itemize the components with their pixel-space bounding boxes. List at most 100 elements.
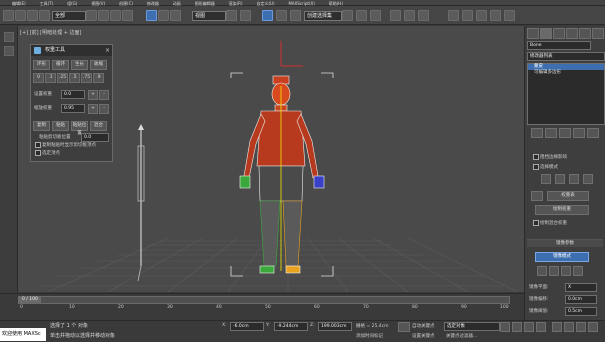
ring-button[interactable]: 环形	[33, 60, 50, 70]
weight-25-button[interactable]: .25	[57, 73, 68, 83]
display-tab-icon[interactable]	[579, 28, 591, 39]
motion-tab-icon[interactable]	[566, 28, 578, 39]
weight-plus-button[interactable]: +	[88, 90, 98, 100]
remove-modifier-icon[interactable]	[573, 128, 585, 138]
shrink-button[interactable]: 收缩	[90, 60, 107, 70]
add-time-tag[interactable]: 添加时间标记	[356, 333, 383, 339]
show-buffer-checkbox[interactable]	[35, 142, 41, 148]
copy-buffer-spinner[interactable]: 0.0	[81, 133, 109, 142]
weight-minus-button[interactable]: -	[99, 90, 109, 100]
selected-object-dropdown[interactable]: 选定对象	[444, 322, 500, 331]
scale-weight-spinner[interactable]: 0.95	[61, 104, 85, 113]
rect-region-icon[interactable]	[110, 10, 121, 21]
zoom-all-icon[interactable]	[564, 322, 574, 332]
loop-button[interactable]: 循环	[52, 60, 69, 70]
move-icon[interactable]	[146, 10, 157, 21]
weight-0-button[interactable]: 0	[33, 73, 44, 83]
next-frame-icon[interactable]	[524, 322, 534, 332]
selected-verts-checkbox[interactable]	[35, 150, 41, 156]
paste-blue-green-icon[interactable]	[561, 266, 571, 276]
set-weight-spinner[interactable]: 0.0	[61, 90, 85, 99]
backface-checkbox[interactable]	[533, 154, 539, 160]
zoom-icon[interactable]	[552, 322, 562, 332]
copy-button[interactable]: 复制	[33, 121, 50, 131]
weight-tool-titlebar[interactable]: 权重工具 ×	[31, 45, 112, 56]
layer-icon[interactable]	[370, 10, 381, 21]
weight-5-button[interactable]: .5	[69, 73, 80, 83]
undo-icon[interactable]	[3, 10, 14, 21]
render-frame-icon[interactable]	[462, 10, 473, 21]
paste-button[interactable]: 粘贴	[52, 121, 69, 131]
mirror-plane-dropdown[interactable]: X	[565, 283, 597, 292]
render-icon[interactable]	[476, 10, 487, 21]
percent-snap-icon[interactable]	[276, 10, 287, 21]
mirror-params-rollout[interactable]: 镜像参数	[527, 239, 603, 247]
blend-button[interactable]: 混合	[90, 121, 107, 131]
mirror-offset-spinner[interactable]: 0.0cm	[565, 295, 597, 304]
configure-sets-icon[interactable]	[587, 128, 599, 138]
shrink-sel-icon[interactable]	[541, 174, 551, 184]
bone-object[interactable]	[137, 124, 145, 282]
align-icon[interactable]	[356, 10, 367, 21]
set-key-label[interactable]: 设置关键点	[412, 333, 435, 339]
schematic-icon[interactable]	[404, 10, 415, 21]
window-crossing-icon[interactable]	[122, 10, 133, 21]
help-icon[interactable]	[504, 10, 515, 21]
scale-minus-button[interactable]: -	[99, 104, 109, 114]
maxscript-listener[interactable]: 欢迎使用 MAXSc	[0, 328, 46, 341]
rotate-icon[interactable]	[158, 10, 169, 21]
select-icon[interactable]	[86, 10, 97, 21]
stack-item-editable-poly[interactable]: 可编辑多边形	[528, 70, 604, 76]
unlink-icon[interactable]	[39, 10, 50, 21]
weight-table-button[interactable]: 权重表	[547, 191, 589, 201]
show-end-result-icon[interactable]	[545, 128, 557, 138]
create-tab-icon[interactable]	[527, 28, 539, 39]
close-icon[interactable]: ×	[105, 45, 110, 56]
render-setup-icon[interactable]	[448, 10, 459, 21]
strip-tool-icon-1[interactable]	[4, 32, 14, 42]
loop-sel-icon[interactable]	[583, 174, 593, 184]
named-selection-field[interactable]: 创建选择集	[304, 11, 342, 21]
render-iterative-icon[interactable]	[490, 10, 501, 21]
weight-9-button[interactable]: .9	[93, 73, 104, 83]
curve-editor-icon[interactable]	[390, 10, 401, 21]
mirror-mode-button[interactable]: 镜像模式	[535, 252, 589, 262]
utilities-tab-icon[interactable]	[592, 28, 604, 39]
modify-tab-icon[interactable]	[540, 28, 552, 39]
spinner-snap-icon[interactable]	[290, 10, 301, 21]
redo-icon[interactable]	[15, 10, 26, 21]
end-frame-icon[interactable]	[536, 322, 546, 332]
angle-snap-icon[interactable]	[262, 10, 273, 21]
auto-key-label[interactable]: 自动关键点	[412, 323, 435, 329]
time-slider-thumb[interactable]: 0 / 100	[19, 297, 41, 303]
paint-blend-checkbox[interactable]	[533, 220, 539, 226]
scale-icon[interactable]	[170, 10, 181, 21]
z-coord-field[interactable]: 199.003cm	[318, 322, 352, 331]
mirror-icon[interactable]	[342, 10, 353, 21]
paint-weights-button[interactable]: 绘制权重	[535, 205, 589, 215]
paste-pos-button[interactable]: 粘贴位置	[71, 121, 88, 136]
paste-all-icon[interactable]	[573, 266, 583, 276]
mirror-threshold-spinner[interactable]: 0.5cm	[565, 307, 597, 316]
prev-frame-icon[interactable]	[500, 322, 510, 332]
ring-sel-icon[interactable]	[569, 174, 579, 184]
pivot-icon[interactable]	[226, 10, 237, 21]
select-by-name-icon[interactable]	[98, 10, 109, 21]
link-icon[interactable]	[27, 10, 38, 21]
pin-stack-icon[interactable]	[531, 128, 543, 138]
key-mode-icon[interactable]	[398, 322, 410, 332]
mirror-paste-icon[interactable]	[537, 266, 547, 276]
make-unique-icon[interactable]	[559, 128, 571, 138]
time-slider[interactable]: 0 / 100	[18, 296, 510, 304]
weight-75-button[interactable]: .75	[81, 73, 92, 83]
scale-plus-button[interactable]: +	[88, 104, 98, 114]
object-name-field[interactable]: Bone	[527, 41, 591, 50]
weight-tool-icon-button[interactable]	[531, 191, 543, 201]
grow-button[interactable]: 生长	[71, 60, 88, 70]
material-editor-icon[interactable]	[418, 10, 429, 21]
play-icon[interactable]	[512, 322, 522, 332]
pan-icon[interactable]	[576, 322, 586, 332]
modifier-list-dropdown[interactable]: 修改器列表	[527, 52, 605, 61]
grow-sel-icon[interactable]	[555, 174, 565, 184]
hierarchy-tab-icon[interactable]	[553, 28, 565, 39]
